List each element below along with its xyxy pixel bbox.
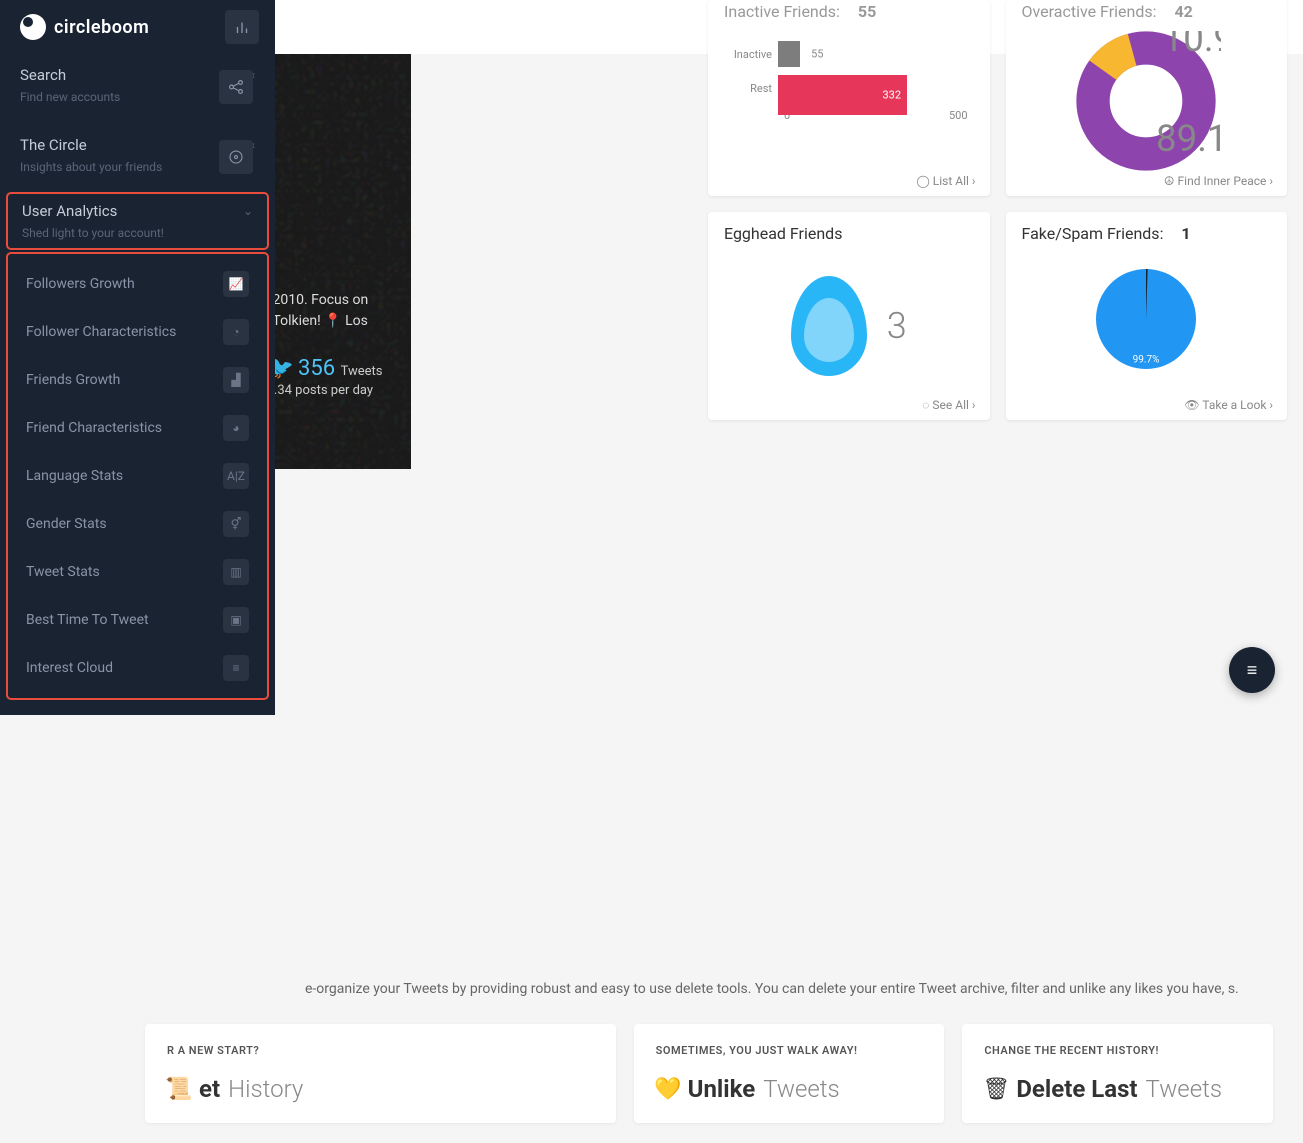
sub-item-friends-growth[interactable]: Friends Growth▟ — [8, 356, 267, 404]
find-peace-link[interactable]: ☮ Find Inner Peace — [1164, 174, 1273, 188]
card-fake-friends: Fake/Spam Friends: 1 99.7% 👁 Take a Look — [1006, 212, 1288, 420]
scroll-icon: 📜 — [167, 1077, 191, 1101]
card-overactive-friends: Overactive Friends: 42 10.9% 89.1% ☮ Fin… — [1006, 0, 1288, 196]
growth-icon: 📈 — [223, 271, 249, 297]
tweet-card-history[interactable]: R A NEW START? 📜et History — [145, 1024, 616, 1123]
nav-circle-title: The Circle — [20, 136, 87, 154]
sub-item-interest-cloud[interactable]: Interest Cloud≡ — [8, 644, 267, 692]
sub-item-gender-stats[interactable]: Gender Stats⚥ — [8, 500, 267, 548]
egghead-count: 3 — [887, 305, 907, 347]
sub-item-followers-growth[interactable]: Followers Growth📈 — [8, 260, 267, 308]
egg-icon — [791, 276, 867, 376]
overactive-donut: 10.9% 89.1% — [1022, 31, 1272, 171]
nav-circle[interactable]: The Circle ‹ Insights about your friends — [0, 124, 275, 178]
tweet-card-unlike[interactable]: SOMETIMES, YOU JUST WALK AWAY! 💛Unlike T… — [634, 1024, 945, 1123]
share-icon — [219, 70, 253, 104]
card-inactive-friends: Inactive Friends: 55 Inactive 55 Rest 33… — [708, 0, 990, 196]
sub-item-language-stats[interactable]: Language StatsA|Z — [8, 452, 267, 500]
barchart-icon — [225, 10, 259, 44]
sub-item-tweet-stats[interactable]: Tweet Stats▥ — [8, 548, 267, 596]
area-icon: ▟ — [223, 367, 249, 393]
fake-pie: 99.7% — [1022, 249, 1272, 389]
take-look-link[interactable]: 👁 Take a Look — [1184, 398, 1273, 412]
pie-icon: ◔ — [223, 319, 249, 345]
camera-icon: ▣ — [223, 607, 249, 633]
bars-icon: ▥ — [223, 559, 249, 585]
brand-name: circleboom — [54, 17, 149, 38]
sub-item-best-time[interactable]: Best Time To Tweet▣ — [8, 596, 267, 644]
svg-text:10.9%: 10.9% — [1163, 31, 1221, 60]
nav-search-title: Search — [20, 66, 66, 84]
sub-item-follower-characteristics[interactable]: Follower Characteristics◔ — [8, 308, 267, 356]
nav-search[interactable]: Search ‹ Find new accounts — [0, 54, 275, 108]
cards-grid: Inactive Friends: 55 Inactive 55 Rest 33… — [708, 54, 1287, 420]
sidebar: circleboom Search ‹ Find new accounts Th… — [0, 0, 275, 715]
tweets-intro: e-organize your Tweets by providing robu… — [305, 978, 1273, 1000]
see-all-link[interactable]: ◌ See All — [922, 398, 975, 412]
list-all-link[interactable]: ◯ List All — [916, 174, 975, 188]
svg-text:89.1%: 89.1% — [1156, 117, 1221, 160]
inactive-bar-chart: Inactive 55 Rest 332 0500 — [724, 41, 974, 122]
gender-icon: ⚥ — [223, 511, 249, 537]
heart-icon: 💛 — [656, 1077, 680, 1101]
pie-icon: ◕ — [223, 415, 249, 441]
fab-menu[interactable]: ≡ — [1229, 647, 1275, 693]
sub-item-friend-characteristics[interactable]: Friend Characteristics◕ — [8, 404, 267, 452]
chevron-down-icon: ⌄ — [243, 204, 253, 218]
nav-analytics[interactable]: User Analytics ⌄ Shed light to your acco… — [6, 192, 269, 250]
target-icon — [219, 140, 253, 174]
stat-tweets: 🐦356 Tweets 1.34 posts per day — [267, 356, 383, 398]
trash-icon: 🗑 — [984, 1077, 1008, 1101]
analytics-submenu: Followers Growth📈 Follower Characteristi… — [6, 252, 269, 700]
nav-analytics-title: User Analytics — [22, 202, 117, 220]
tweets-section: e-organize your Tweets by providing robu… — [275, 938, 1303, 1143]
lang-icon: A|Z — [223, 463, 249, 489]
card-egghead-friends: Egghead Friends 3 ◌ See All — [708, 212, 990, 420]
svg-text:99.7%: 99.7% — [1133, 354, 1160, 365]
nav-analytics-sub: Shed light to your account! — [22, 226, 253, 240]
tweet-card-delete-last[interactable]: CHANGE THE RECENT HISTORY! 🗑Delete Last … — [962, 1024, 1273, 1123]
cloud-icon: ≡ — [223, 655, 249, 681]
logo-icon — [20, 14, 46, 40]
